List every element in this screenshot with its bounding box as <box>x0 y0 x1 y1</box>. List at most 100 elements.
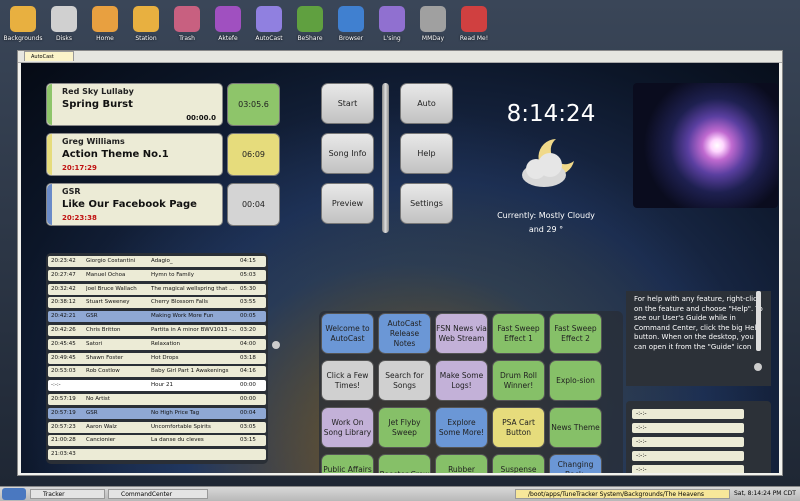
playlist-knob[interactable] <box>272 341 280 349</box>
volume-slider[interactable] <box>382 83 389 233</box>
playlist-row[interactable]: 20:45:45 Satori Relaxation 04:00 <box>48 338 266 350</box>
playlist-title: Relaxation <box>151 340 181 347</box>
pad-button[interactable]: Drum Roll Winner! <box>492 360 545 401</box>
pad-button[interactable]: Jet Flyby Sweep <box>378 407 431 448</box>
playlist-time: -:-:- <box>51 382 61 389</box>
playlist-row[interactable]: 20:57:19 No Artist 00:00 <box>48 394 266 405</box>
pad-button[interactable]: AutoCast Release Notes <box>378 313 431 354</box>
playlist-row[interactable]: 20:57:23 Aaron Walz Uncomfortable Spirits 0… <box>48 421 266 433</box>
playlist-title: No High Price Tag <box>151 409 200 416</box>
playlist-time: 20:49:45 <box>51 354 76 361</box>
playlist-title: The magical wellspring that ... <box>151 285 235 292</box>
taskbar: Tracker CommandCenter /boot/apps/TuneTra… <box>0 486 800 501</box>
desktop-icon[interactable]: Station <box>123 6 169 42</box>
playlist-row[interactable]: 20:38:12 Stuart Sweeney Cherry Blossom Fal… <box>48 297 266 309</box>
desktop-icon[interactable]: Aktefe <box>205 6 251 42</box>
playlist-title: Partita in A minor BWV1013 -... <box>151 327 237 333</box>
deskbar-logo-icon[interactable] <box>2 488 26 500</box>
playlist-row[interactable]: 20:57:19 GSR No High Price Tag 00:04 <box>48 407 266 419</box>
desktop-icon[interactable]: Read Me! <box>451 6 497 42</box>
queue-row[interactable]: -:-:- <box>632 465 744 473</box>
taskbar-tracker[interactable]: Tracker <box>30 489 105 499</box>
queue-knob[interactable] <box>754 363 762 371</box>
cart-time-button[interactable]: 03:05.6 <box>227 83 280 126</box>
pad-button[interactable]: Fast Sweep Effect 2 <box>549 313 602 354</box>
weather-text: Currently: Mostly Cloudy and 29 ° <box>441 209 651 237</box>
playlist-row[interactable]: 20:27:47 Manuel Ochoa Hymn to Family 05:03 <box>48 269 266 281</box>
start-button[interactable]: Start <box>321 83 374 124</box>
cart-slot[interactable]: Greg Williams Action Theme No.1 20:17:29 <box>46 133 223 176</box>
song-info-button[interactable]: Song Info <box>321 133 374 174</box>
desktop-icon-label: Aktefe <box>218 35 238 42</box>
desktop-icon-glyph <box>420 6 446 32</box>
queue-panel: -:-:--:-:--:-:--:-:--:-:--:-:--:-:--:-:- <box>626 401 771 473</box>
cart-color-bar <box>47 184 52 225</box>
pad-button[interactable]: Explore Some More! <box>435 407 488 448</box>
pad-button[interactable]: Search for Songs <box>378 360 431 401</box>
desktop-icon-label: Browser <box>338 35 364 42</box>
queue-row[interactable]: -:-:- <box>632 451 744 461</box>
queue-row[interactable]: -:-:- <box>632 409 744 419</box>
pad-button[interactable]: Make Some Logs! <box>435 360 488 401</box>
playlist-row[interactable]: -:-:- Hour 21 00:00 <box>48 380 266 392</box>
taskbar-path[interactable]: /boot/apps/TuneTracker System/Background… <box>515 489 730 499</box>
pad-button[interactable]: Fast Sweep Effect 1 <box>492 313 545 354</box>
pad-button[interactable]: Work On Song Library <box>321 407 374 448</box>
auto-button[interactable]: Auto <box>400 83 453 124</box>
playlist-artist: GSR <box>86 409 98 416</box>
pad-button[interactable]: News Theme <box>549 407 602 448</box>
pad-button[interactable]: Rubber Ducky <box>435 454 488 473</box>
help-button[interactable]: Help <box>400 133 453 174</box>
desktop-icon[interactable]: Trash <box>164 6 210 42</box>
pad-button[interactable]: Public Affairs Theme <box>321 454 374 473</box>
playlist-artist: Shawn Foster <box>86 354 124 361</box>
cart-time-button[interactable]: 06:09 <box>227 133 280 176</box>
desktop-icon[interactable]: Home <box>82 6 128 42</box>
playlist-row[interactable]: 20:53:03 Rob Costlow Baby Girl Part 1 Awak… <box>48 366 266 378</box>
desktop-icon[interactable]: Browser <box>328 6 374 42</box>
desktop-icon-glyph <box>379 6 405 32</box>
playlist-artist: Joel Bruce Wallach <box>86 285 137 292</box>
playlist-time: 20:57:23 <box>51 423 76 430</box>
playlist-row[interactable]: 20:42:21 GSR Making Work More Fun 00:05 <box>48 311 266 323</box>
taskbar-command-center[interactable]: CommandCenter <box>108 489 208 499</box>
tab-bar: AutoCast <box>18 51 782 63</box>
playlist[interactable]: 20:23:42 Giorgio Costantini Adagio_ 04:15 20… <box>46 253 268 464</box>
playlist-row[interactable]: 20:23:42 Giorgio Costantini Adagio_ 04:15 <box>48 256 266 267</box>
pad-button[interactable]: PSA Cart Button <box>492 407 545 448</box>
desktop-icon-label: AutoCast <box>255 35 283 42</box>
cart-time-button[interactable]: 00:04 <box>227 183 280 226</box>
preview-button[interactable]: Preview <box>321 183 374 224</box>
desktop-icon[interactable]: MMDay <box>410 6 456 42</box>
queue-row[interactable]: -:-:- <box>632 437 744 447</box>
pad-button[interactable]: Welcome to AutoCast <box>321 313 374 354</box>
playlist-artist: Manuel Ochoa <box>86 271 126 278</box>
cart-slot[interactable]: GSR Like Our Facebook Page 20:23:38 <box>46 183 223 226</box>
cart-elapsed: 00:00.0 <box>186 114 216 122</box>
weather-line-2: and 29 ° <box>528 225 564 234</box>
tab-autocast[interactable]: AutoCast <box>24 51 74 61</box>
cart-title: Like Our Facebook Page <box>62 199 197 210</box>
playlist-row[interactable]: 20:32:42 Joel Bruce Wallach The magical we… <box>48 283 266 295</box>
desktop-icon[interactable]: L'sing <box>369 6 415 42</box>
desktop-icon[interactable]: BeShare <box>287 6 333 42</box>
desktop-icon[interactable]: Backgrounds <box>0 6 46 42</box>
cart-slot[interactable]: Red Sky Lullaby Spring Burst 00:00.0 <box>46 83 223 126</box>
playlist-row[interactable]: 20:42:26 Chris Britton Partita in A minor … <box>48 325 266 336</box>
playlist-artist: GSR <box>86 313 98 320</box>
pad-button[interactable]: Changing Back-Grounds <box>549 454 602 473</box>
playlist-row[interactable]: 20:49:45 Shawn Foster Hot Drops 03:18 <box>48 352 266 364</box>
help-scrollbar[interactable] <box>756 291 761 351</box>
pad-button[interactable]: Click a Few Times! <box>321 360 374 401</box>
playlist-dur: 04:15 <box>240 258 256 264</box>
playlist-row[interactable]: 21:00:28 Cancionier La danse du cleves 03:1… <box>48 435 266 447</box>
queue-row[interactable]: -:-:- <box>632 423 744 433</box>
pad-button[interactable]: Suspense Contest Bed <box>492 454 545 473</box>
desktop-icon[interactable]: Disks <box>41 6 87 42</box>
playlist-row[interactable]: 21:03:43 <box>48 449 266 461</box>
pad-button[interactable]: Rooster Crow <box>378 454 431 473</box>
pad-button[interactable]: FSN News via Web Stream <box>435 313 488 354</box>
playlist-time: 20:42:26 <box>51 327 76 333</box>
pad-button[interactable]: Explo-sion <box>549 360 602 401</box>
desktop-icon[interactable]: AutoCast <box>246 6 292 42</box>
